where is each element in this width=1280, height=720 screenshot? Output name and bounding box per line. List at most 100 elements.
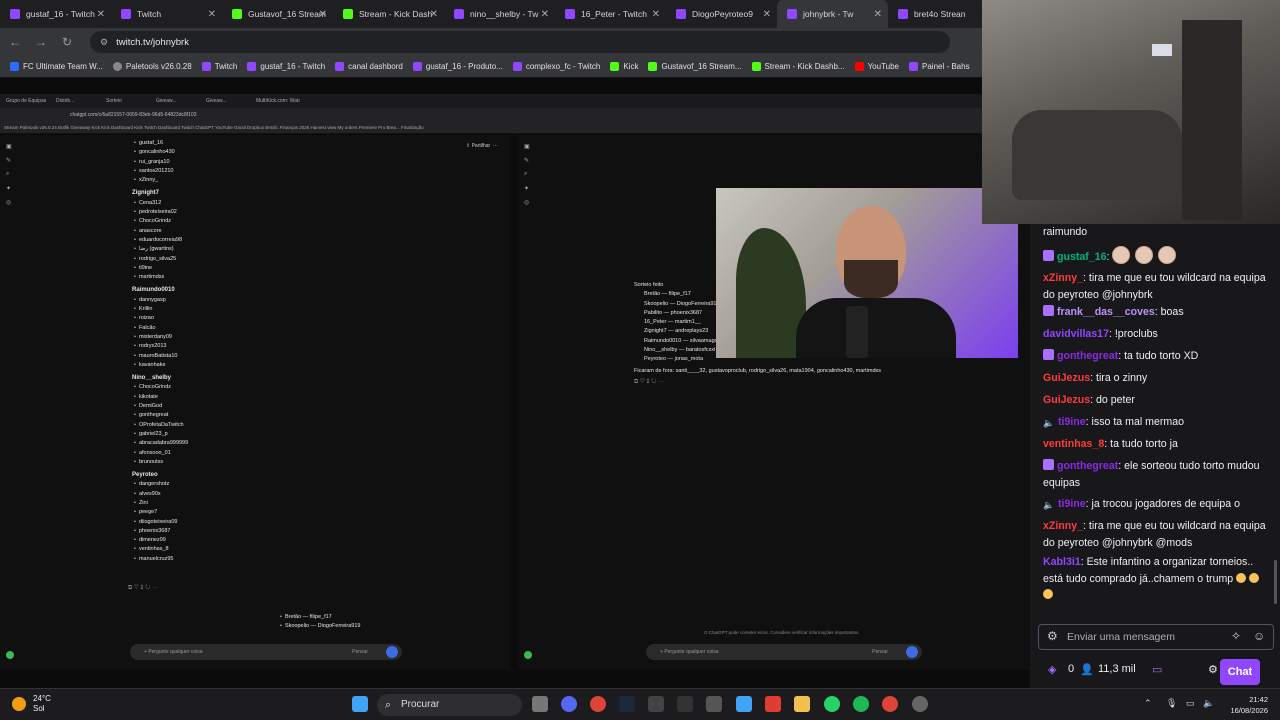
- app-icon[interactable]: [706, 696, 722, 712]
- forward-icon[interactable]: →: [30, 31, 52, 53]
- folder-icon[interactable]: [794, 696, 810, 712]
- close-icon[interactable]: ✕: [97, 9, 105, 20]
- chat-username[interactable]: davidvillas17: [1043, 328, 1109, 340]
- taskbar-search[interactable]: ⌕ Procurar: [377, 694, 522, 716]
- browser-tab[interactable]: 16_Peter - Twitch ✕: [555, 0, 666, 28]
- site-info-icon[interactable]: ⚙: [100, 37, 108, 48]
- chat-message: ventinhas_8: ta tudo torto ja: [1043, 436, 1273, 453]
- screen: gustaf_16 - Twitch ✕ Twitch ✕ Gustavof_16 St…: [0, 0, 1280, 720]
- channel-points-icon[interactable]: ◈: [1048, 663, 1056, 676]
- bits-icon[interactable]: ✧: [1231, 629, 1241, 643]
- app-icon[interactable]: [648, 696, 664, 712]
- chrome-icon[interactable]: [882, 696, 898, 712]
- bookmark[interactable]: Twitch: [201, 62, 237, 71]
- app-icon[interactable]: [677, 696, 693, 712]
- emoji-icon: [1249, 572, 1260, 583]
- close-icon[interactable]: ✕: [874, 9, 882, 20]
- browser-tab[interactable]: bret4o Strean✕: [888, 0, 982, 28]
- new-chat-icon: ✎: [6, 158, 12, 164]
- chat-scrollbar[interactable]: [1274, 560, 1277, 604]
- chat-username[interactable]: GuiJezus: [1043, 372, 1090, 384]
- team-list: gustaf_16goncalinho430rui_granja10santos…: [132, 139, 188, 564]
- emote-picker-icon[interactable]: ☺: [1253, 629, 1265, 643]
- bookmark[interactable]: FC Ultimate Team W...: [10, 62, 103, 71]
- tray-chevron-icon[interactable]: ⌃: [1144, 698, 1152, 709]
- chat-input[interactable]: ⚙ Enviar uma mensagem ✧ ☺: [1038, 624, 1274, 650]
- clock[interactable]: 21:42 16/08/2026: [1230, 694, 1268, 716]
- chat-settings-icon[interactable]: ⚙: [1047, 629, 1058, 643]
- chat-text: : boas: [1154, 306, 1184, 318]
- reload-icon[interactable]: ↻: [56, 31, 78, 53]
- weather-widget[interactable]: 24°C Sol: [12, 694, 51, 714]
- address-bar-row: ← → ↻ ⚙ twitch.tv/johnybrk: [0, 28, 982, 56]
- sidebar-toggle-icon: ▣: [524, 144, 530, 150]
- chat-username[interactable]: xZinny_: [1043, 520, 1083, 532]
- volume-icon[interactable]: 🔈: [1203, 698, 1214, 709]
- browser-tab[interactable]: gustaf_16 - Twitch ✕: [0, 0, 111, 28]
- chat-text: : ta tudo torto XD: [1118, 350, 1199, 362]
- stream-tab: MultiKick.com: Watch Multip...: [256, 98, 300, 104]
- chat-send-button[interactable]: Chat: [1220, 659, 1260, 685]
- bookmark[interactable]: complexo_fc - Twitch: [512, 62, 600, 71]
- mic-icon[interactable]: 🎙: [1166, 698, 1177, 709]
- chat-username[interactable]: ventinhas_8: [1043, 438, 1104, 450]
- close-icon[interactable]: ✕: [430, 9, 438, 20]
- player-item: رضا (gwartins): [139, 245, 188, 254]
- bookmark[interactable]: gustaf_16 - Produto...: [412, 62, 503, 71]
- chat-username[interactable]: gonthegreat: [1057, 460, 1118, 472]
- chat-username[interactable]: frank__das__coves: [1057, 306, 1155, 318]
- chat-text: : ta tudo torto ja: [1104, 438, 1178, 450]
- app-icon[interactable]: [912, 696, 928, 712]
- close-icon[interactable]: ✕: [208, 9, 216, 20]
- close-icon[interactable]: ✕: [652, 9, 660, 20]
- channel-points-count: 0: [1068, 663, 1075, 675]
- url-field[interactable]: ⚙ twitch.tv/johnybrk: [90, 31, 950, 53]
- viewers-icon: 👤: [1080, 664, 1094, 676]
- chat-panel: raimundo gustaf_16: xZinny_: tira me que …: [1030, 224, 1280, 688]
- emote-icon: [1112, 246, 1131, 264]
- close-icon[interactable]: ✕: [763, 9, 771, 20]
- whatsapp-icon[interactable]: [824, 696, 840, 712]
- stream-browser-tabs: Grupo de Equipas Distrib... Sorteio Giveaw.…: [0, 94, 1030, 108]
- bookmark-label: gustaf_16 - Twitch: [260, 62, 326, 71]
- close-icon[interactable]: ✕: [541, 9, 549, 20]
- task-view-icon[interactable]: [532, 696, 548, 712]
- store-icon[interactable]: [736, 696, 752, 712]
- bookmark[interactable]: Paletools v26.0.28: [112, 62, 192, 71]
- bookmark[interactable]: Painel - Bahs: [909, 62, 970, 71]
- chat-username[interactable]: ti9ine: [1058, 498, 1086, 510]
- browser-tab[interactable]: DiogoPeyroteo9 ✕: [666, 0, 777, 28]
- start-icon[interactable]: [352, 696, 368, 712]
- rewards-icon[interactable]: ▭: [1152, 663, 1162, 676]
- gear-icon[interactable]: ⚙: [1208, 663, 1218, 676]
- stream-video[interactable]: Grupo de Equipas Distrib... Sorteio Giveaw.…: [0, 78, 1030, 688]
- player-item: pedroteixeira02: [139, 208, 188, 217]
- spotify-icon[interactable]: [853, 696, 869, 712]
- browser-tab[interactable]: Stream - Kick Dash ✕: [333, 0, 444, 28]
- chrome-icon[interactable]: [590, 696, 606, 712]
- chat-username[interactable]: xZinny_: [1043, 272, 1083, 284]
- steam-icon[interactable]: [619, 696, 635, 712]
- discord-icon[interactable]: [561, 696, 577, 712]
- bookmark[interactable]: gustaf_16 - Twitch: [247, 62, 325, 71]
- browser-tab[interactable]: Gustavof_16 Stream ✕: [222, 0, 333, 28]
- player-item: gabriel23_p: [139, 430, 188, 439]
- chat-username[interactable]: ti9ine: [1058, 416, 1086, 428]
- browser-tab[interactable]: nino__shelby - Tw ✕: [444, 0, 555, 28]
- back-icon[interactable]: ←: [4, 31, 26, 53]
- bookmark[interactable]: Gustavof_16 Stream...: [648, 62, 742, 71]
- bookmark[interactable]: Kick: [610, 62, 638, 71]
- bookmark[interactable]: canal dashbord: [335, 62, 403, 71]
- bookmark[interactable]: YouTube: [854, 62, 899, 71]
- browser-tab[interactable]: johnybrk - Tw ✕: [777, 0, 888, 28]
- chat-username[interactable]: gustaf_16: [1057, 251, 1106, 263]
- bookmark[interactable]: Stream - Kick Dashb...: [751, 62, 845, 71]
- chat-username[interactable]: gonthegreat: [1057, 350, 1118, 362]
- app-icon[interactable]: [765, 696, 781, 712]
- chat-username[interactable]: GuiJezus: [1043, 394, 1090, 406]
- network-icon[interactable]: ▭: [1186, 698, 1195, 709]
- browser-tab[interactable]: Twitch ✕: [111, 0, 222, 28]
- chat-username[interactable]: Kabl3i1: [1043, 556, 1081, 568]
- weather-text: Sol: [33, 704, 45, 713]
- close-icon[interactable]: ✕: [319, 9, 327, 20]
